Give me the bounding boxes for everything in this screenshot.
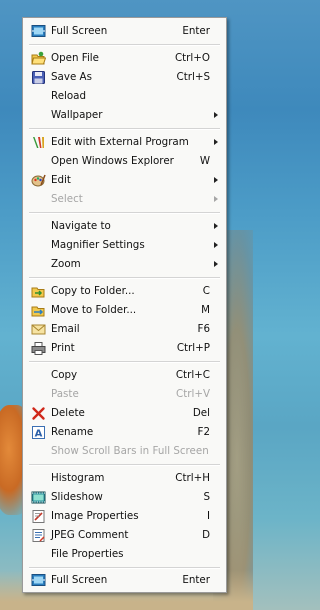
menu-item-reload[interactable]: Reload	[23, 87, 226, 106]
submenu-arrow-icon	[214, 139, 218, 145]
menu-item-navigate-to[interactable]: Navigate to	[23, 217, 226, 236]
menu-item-print[interactable]: Print Ctrl+P	[23, 339, 226, 358]
context-menu: Full Screen Enter Open File Ctrl+O Save …	[22, 17, 227, 593]
svg-text:A: A	[35, 429, 43, 440]
submenu-arrow-icon	[214, 112, 218, 118]
submenu-arrow-icon	[214, 223, 218, 229]
menu-item-wallpaper[interactable]: Wallpaper	[23, 106, 226, 125]
menu-item-slideshow[interactable]: Slideshow S	[23, 488, 226, 507]
menu-item-histogram[interactable]: Histogram Ctrl+H	[23, 469, 226, 488]
printer-icon	[31, 341, 46, 356]
menu-separator	[29, 567, 220, 569]
menu-item-copy-to-folder[interactable]: Copy to Folder... C	[23, 282, 226, 301]
submenu-arrow-icon	[214, 261, 218, 267]
menu-item-move-to-folder[interactable]: Move to Folder... M	[23, 301, 226, 320]
submenu-arrow-icon	[214, 242, 218, 248]
menu-item-full-screen[interactable]: Full Screen Enter	[23, 22, 226, 41]
menu-item-rename[interactable]: A Rename F2	[23, 423, 226, 442]
menu-item-edit[interactable]: Edit	[23, 171, 226, 190]
move-folder-icon	[31, 303, 46, 318]
menu-item-copy[interactable]: Copy Ctrl+C	[23, 366, 226, 385]
full-screen-icon	[31, 573, 46, 588]
full-screen-icon	[31, 24, 46, 39]
menu-item-paste: Paste Ctrl+V	[51, 388, 210, 400]
jpeg-comment-icon	[31, 528, 46, 543]
menu-item-open-file[interactable]: Open File Ctrl+O	[23, 49, 226, 68]
menu-item-save-as[interactable]: Save As Ctrl+S	[23, 68, 226, 87]
copy-folder-icon	[31, 284, 46, 299]
menu-separator	[29, 361, 220, 363]
open-folder-icon	[31, 51, 47, 66]
menu-item-full-screen-bottom[interactable]: Full Screen Enter	[23, 571, 226, 590]
menu-separator	[29, 277, 220, 279]
menu-item-image-properties[interactable]: Image Properties I	[23, 507, 226, 526]
menu-item-show-scroll-bars: Show Scroll Bars in Full Screen	[51, 445, 209, 457]
save-disk-icon	[31, 70, 46, 85]
slideshow-icon	[31, 490, 46, 505]
menu-item-delete[interactable]: Delete Del	[23, 404, 226, 423]
menu-item-jpeg-comment[interactable]: JPEG Comment D	[23, 526, 226, 545]
submenu-arrow-icon	[214, 196, 218, 202]
menu-separator	[29, 464, 220, 466]
menu-item-zoom[interactable]: Zoom	[23, 255, 226, 274]
palette-icon	[31, 173, 46, 188]
delete-x-icon	[31, 406, 46, 421]
email-icon	[31, 322, 46, 337]
menu-separator	[29, 44, 220, 46]
menu-item-file-properties[interactable]: File Properties	[23, 545, 226, 564]
image-properties-icon	[31, 509, 46, 524]
menu-separator	[29, 128, 220, 130]
external-program-icon	[31, 135, 46, 150]
submenu-arrow-icon	[214, 177, 218, 183]
menu-item-edit-external[interactable]: Edit with External Program	[23, 133, 226, 152]
menu-item-open-explorer[interactable]: Open Windows Explorer W	[23, 152, 226, 171]
menu-item-select: Select	[23, 190, 226, 209]
menu-separator	[29, 212, 220, 214]
menu-item-magnifier-settings[interactable]: Magnifier Settings	[23, 236, 226, 255]
menu-item-email[interactable]: Email F6	[23, 320, 226, 339]
rename-icon: A	[31, 425, 46, 440]
